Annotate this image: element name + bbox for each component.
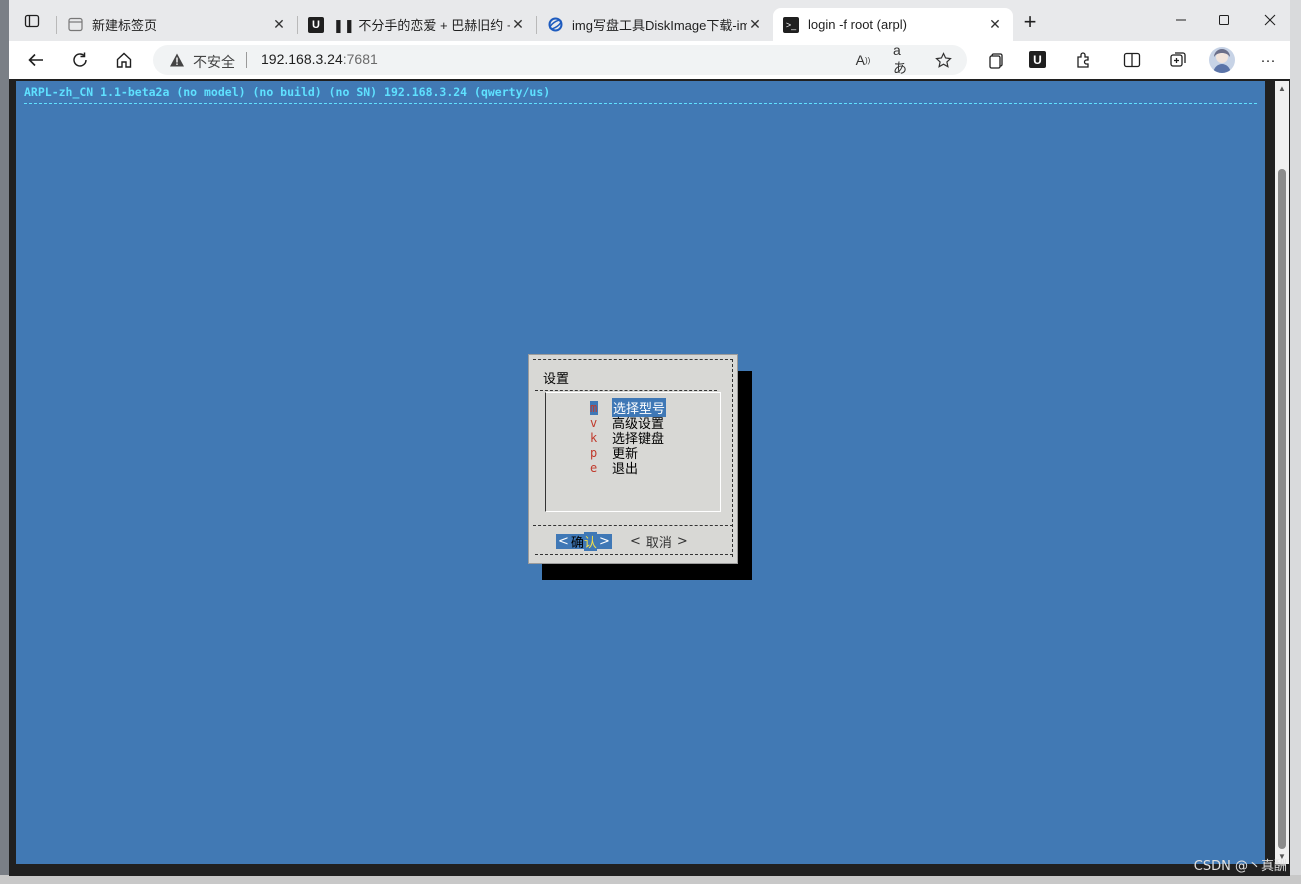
desktop-bottom-edge [0,875,1301,884]
profile-avatar[interactable] [1209,47,1235,73]
page-viewport: ARPL-zh_CN 1.1-beta2a (no model) (no bui… [9,79,1290,876]
extension-u-icon[interactable]: U [1029,51,1046,68]
tab-title: img写盘工具DiskImage下载-img [572,18,747,33]
ok-label-hotkey: 认 [583,532,597,551]
close-tab-icon[interactable]: ✕ [987,16,1003,33]
terminal-screen[interactable]: ARPL-zh_CN 1.1-beta2a (no model) (no bui… [16,81,1265,864]
tab-title: ❚❚ 不分手的恋爱 + 巴赫旧约 + 坏 [333,18,510,33]
browser-window: 新建标签页 ✕ U ❚❚ 不分手的恋爱 + 巴赫旧约 + 坏 ✕ img写盘工具… [9,0,1290,876]
menu-hotkey: m [590,400,598,415]
menu-hotkey: p [590,445,598,460]
menu-hotkey: v [590,415,598,430]
dialog-title: 设置 [543,372,570,387]
close-tab-icon[interactable]: ✕ [747,16,763,33]
tab-new-tab[interactable]: 新建标签页 ✕ [57,8,297,41]
menu-item-exit[interactable]: e 退出 [590,460,639,478]
close-tab-icon[interactable]: ✕ [271,16,287,33]
tab-strip: 新建标签页 ✕ U ❚❚ 不分手的恋爱 + 巴赫旧约 + 坏 ✕ img写盘工具… [9,0,1290,41]
refresh-icon [73,52,87,67]
tab-diskimage[interactable]: img写盘工具DiskImage下载-img ✕ [537,8,773,41]
maximize-button[interactable] [1212,8,1236,32]
terminal-header-rule [24,103,1257,104]
url-port: :7681 [342,51,378,67]
translate-icon[interactable]: aあ [893,42,913,76]
tab-actions-icon [24,14,40,28]
close-window-button[interactable] [1258,8,1282,32]
terminal-header-text: ARPL-zh_CN 1.1-beta2a (no model) (no bui… [24,85,551,99]
cancel-left-bracket: < [630,534,641,549]
dialog-button-rule [533,525,733,526]
ok-left-bracket: < [558,534,569,549]
browser-toolbar: 不安全 192.168.3.24:7681 A)) aあ U ··· [9,41,1290,79]
tab-title: 新建标签页 [92,18,158,33]
app-u-icon: U [308,16,324,33]
scrollbar-thumb[interactable] [1278,169,1286,849]
ok-right-bracket: > [598,534,610,549]
cancel-label: 取消 [645,536,672,551]
vertical-scrollbar[interactable]: ▲ ▼ [1275,81,1289,864]
desktop-right-edge [1290,0,1301,884]
settings-dialog: 设置 m 选择型号 v 高级设置 k 选择键盘 p 更新 e 退出 < 确 认 … [528,354,738,564]
dialog-title-rule [535,390,717,391]
desktop-left-edge [0,0,9,884]
new-tab-page-icon [67,17,83,33]
url-host: 192.168.3.24 [261,51,343,67]
scroll-up-arrow-icon[interactable]: ▲ [1278,84,1286,93]
close-tab-icon[interactable]: ✕ [510,16,526,33]
cancel-button[interactable]: < 取消 > [625,534,693,551]
minimize-button[interactable] [1169,8,1193,32]
favorite-star-icon[interactable] [933,50,953,70]
address-separator [246,52,247,68]
not-secure-label[interactable]: 不安全 [193,52,235,72]
close-icon [1264,14,1276,26]
home-button[interactable] [111,47,137,73]
read-aloud-icon[interactable]: A)) [853,50,873,70]
address-bar[interactable]: 不安全 192.168.3.24:7681 A)) aあ [153,42,967,76]
ok-button[interactable]: < 确认 > [556,532,612,551]
minimize-icon [1176,19,1186,21]
tab-title: login -f root (arpl) [808,17,907,32]
split-screen-icon[interactable] [1121,49,1143,71]
tab-music[interactable]: U ❚❚ 不分手的恋爱 + 巴赫旧约 + 坏 ✕ [298,8,536,41]
ok-label-first: 确 [570,536,584,551]
menu-item-label: 退出 [612,462,639,477]
url-text[interactable]: 192.168.3.24:7681 [261,51,378,67]
csdn-watermark: CSDN @丶真酬 [1193,859,1287,874]
cancel-right-bracket: > [676,534,688,549]
menu-list: m 选择型号 v 高级设置 k 选择键盘 p 更新 e 退出 [545,392,721,512]
collections-icon[interactable] [985,49,1007,71]
refresh-button[interactable] [67,47,93,73]
tab-terminal-active[interactable]: >_ login -f root (arpl) ✕ [773,8,1013,41]
globe-icon [547,17,563,33]
dialog-bottom-rule [535,554,733,555]
more-options-icon[interactable]: ··· [1257,49,1279,71]
menu-hotkey: k [590,430,598,445]
back-arrow-icon [28,53,43,67]
back-button[interactable] [23,47,49,73]
favorites-collection-icon[interactable] [1167,49,1189,71]
new-tab-button[interactable]: + [1019,11,1041,34]
terminal-icon: >_ [783,16,799,33]
tab-actions-button[interactable] [21,10,43,32]
extensions-puzzle-icon[interactable] [1073,49,1095,71]
menu-hotkey: e [590,460,598,475]
maximize-icon [1219,15,1229,25]
warning-triangle-icon[interactable] [169,52,185,68]
home-icon [116,52,132,68]
